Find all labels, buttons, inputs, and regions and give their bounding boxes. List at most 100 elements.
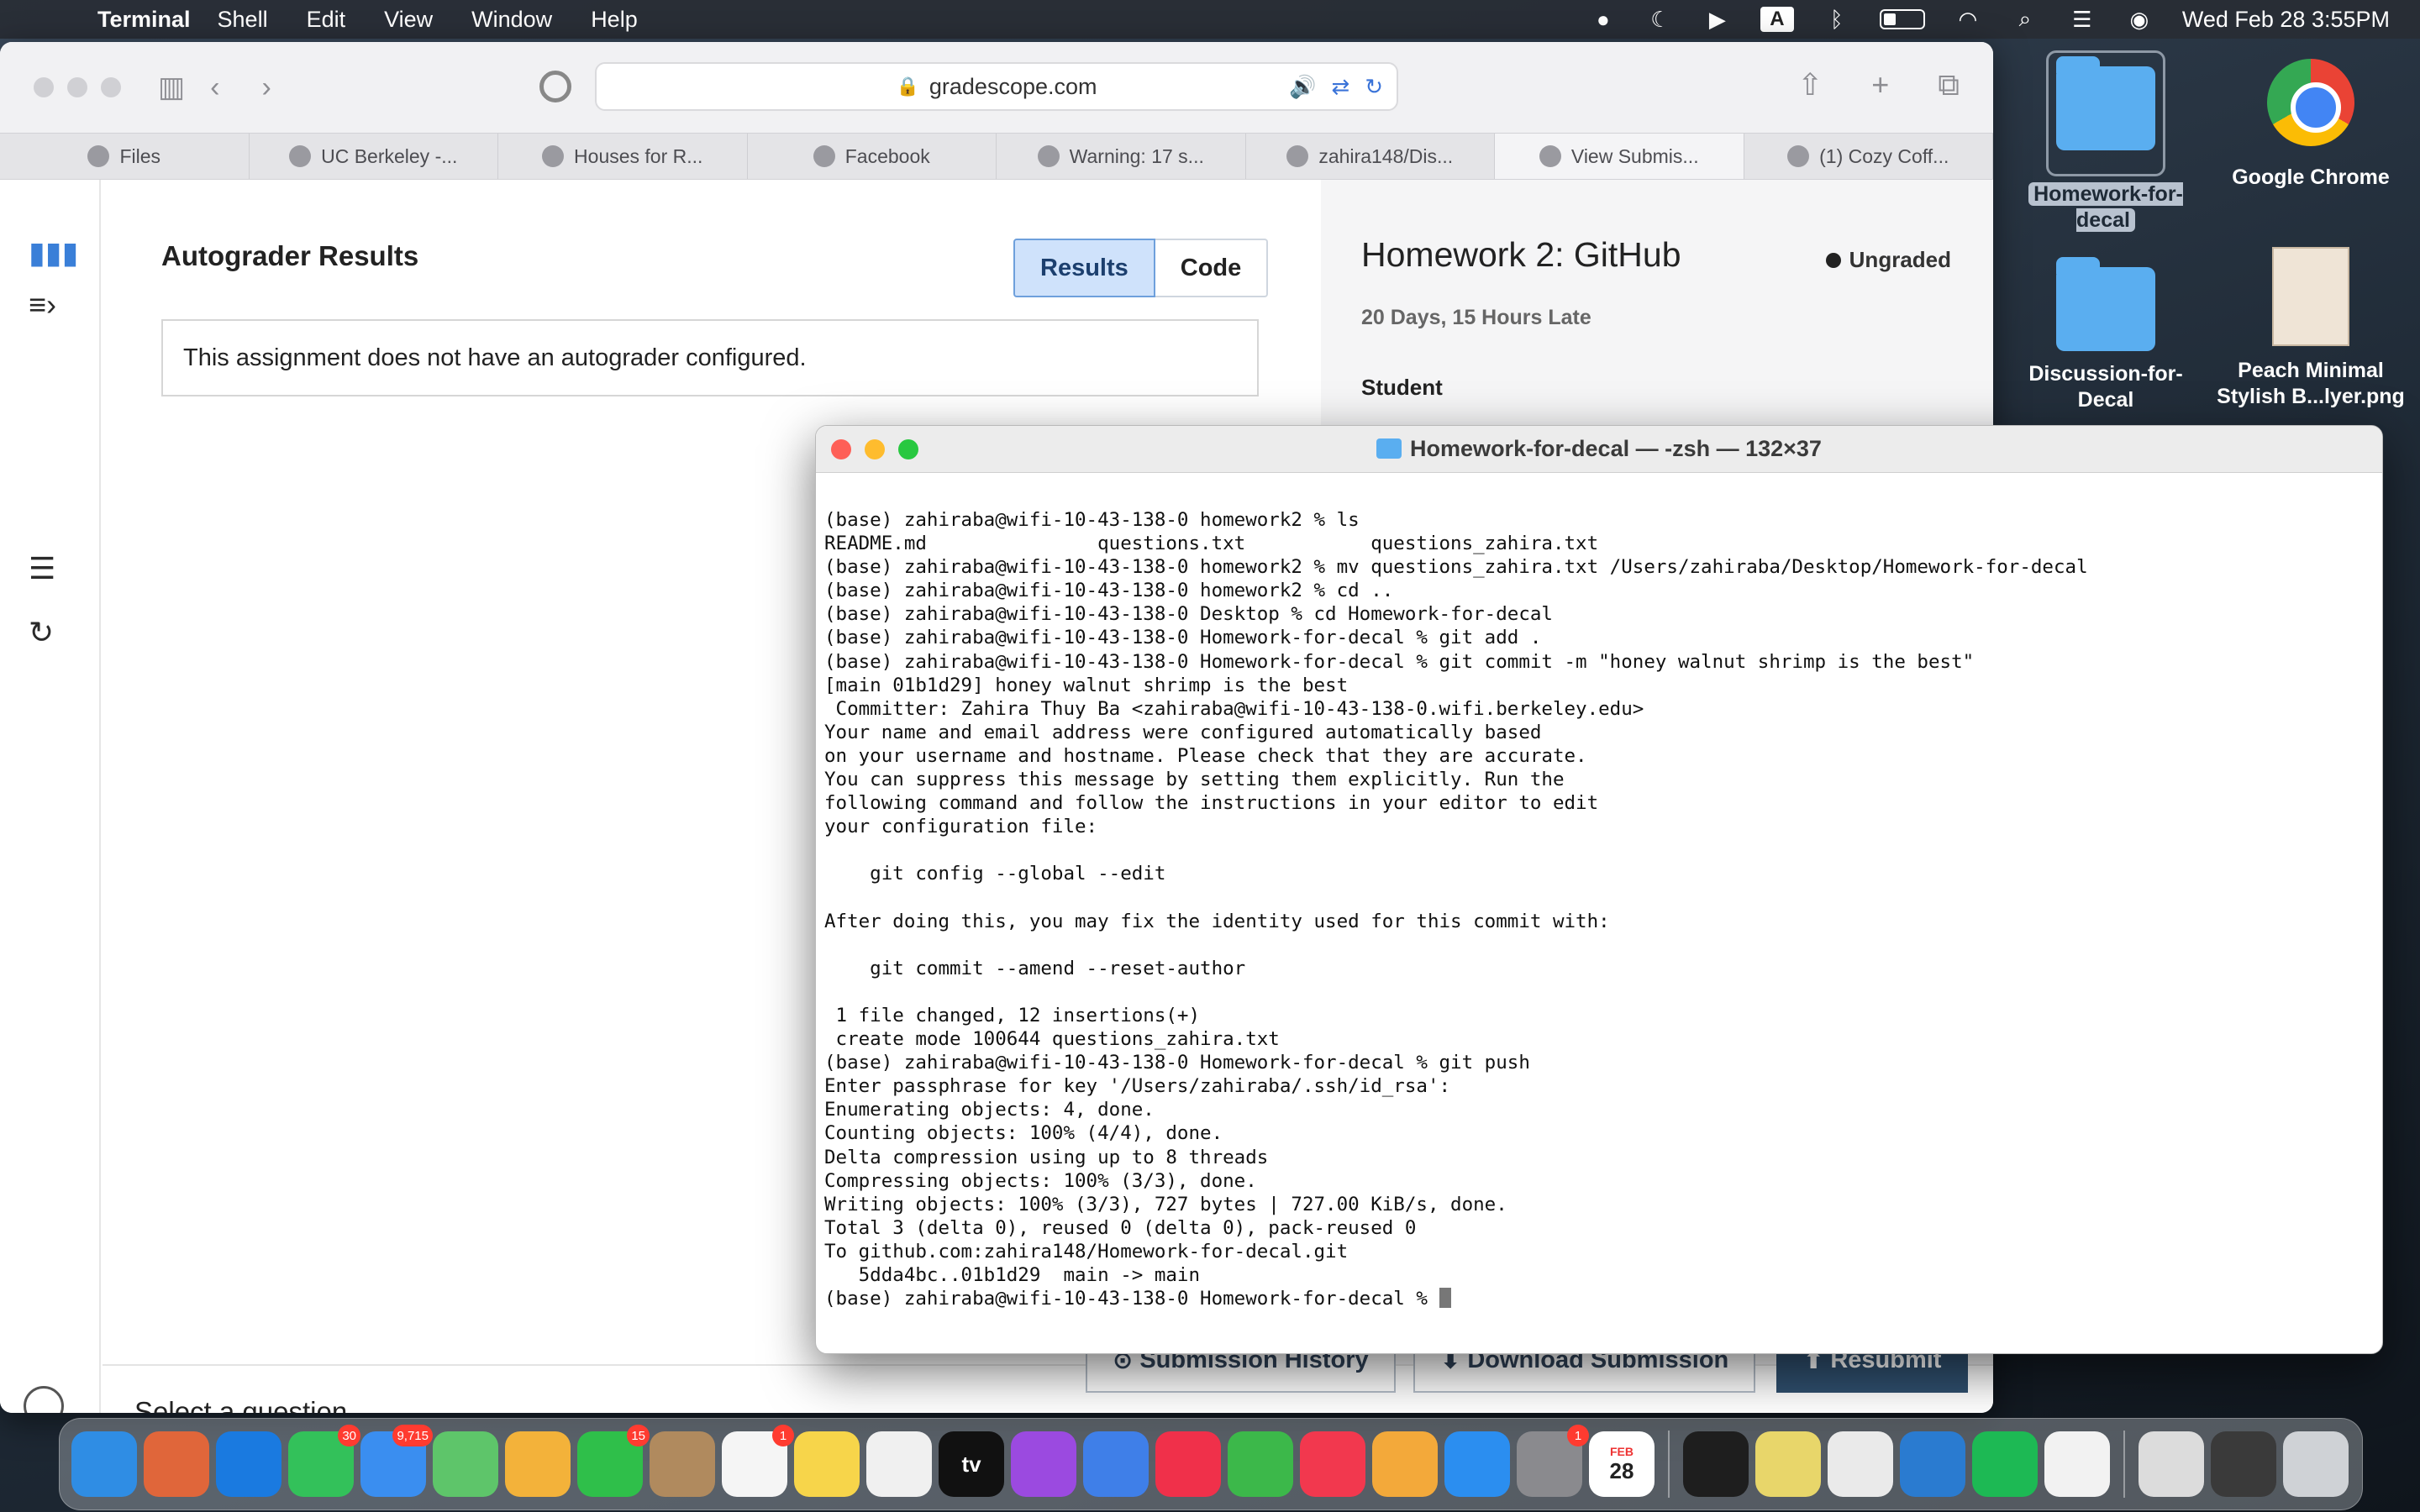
minimize-window-button[interactable]: [67, 77, 87, 97]
menu-edit[interactable]: Edit: [307, 7, 346, 33]
tab-overview-icon[interactable]: ⧉: [1938, 67, 1960, 103]
address-bar[interactable]: 🔒 gradescope.com 🔊 ⇄ ↻: [595, 62, 1398, 111]
translate-icon[interactable]: ⇄: [1331, 74, 1349, 100]
terminal-prompt-line[interactable]: (base) zahiraba@wifi-10-43-138-0 Homewor…: [824, 1287, 2374, 1310]
terminal-line: (base) zahiraba@wifi-10-43-138-0 homewor…: [824, 556, 2088, 579]
close-window-button[interactable]: [34, 77, 54, 97]
dock-podcasts-icon[interactable]: [1011, 1431, 1076, 1497]
dock-launchpad-icon[interactable]: [144, 1431, 209, 1497]
control-center-icon[interactable]: ☰: [2068, 7, 2096, 32]
app-menu-terminal[interactable]: Terminal: [97, 7, 191, 33]
tab-files[interactable]: Files: [0, 134, 250, 179]
dock-safari-icon[interactable]: [216, 1431, 281, 1497]
dock-maps-icon[interactable]: [433, 1431, 498, 1497]
dock-finder-icon[interactable]: [71, 1431, 137, 1497]
dock-system-settings-icon[interactable]: 1: [1517, 1425, 1589, 1497]
terminal-line: README.md questions.txt questions_zahira…: [824, 533, 1599, 555]
dock-stickies-icon[interactable]: [1755, 1431, 1821, 1497]
dock-keynote-icon[interactable]: [1083, 1431, 1149, 1497]
menu-window[interactable]: Window: [471, 7, 552, 33]
bluetooth-icon[interactable]: ᛒ: [1823, 7, 1851, 32]
dock-visual-studio-code-icon[interactable]: [1900, 1431, 1965, 1497]
refresh-icon[interactable]: ↻: [29, 615, 54, 650]
dock-tv-icon[interactable]: tv: [939, 1431, 1004, 1497]
zoom-window-button[interactable]: [101, 77, 121, 97]
sidebar-toggle-icon[interactable]: ▥: [158, 71, 185, 104]
status-area: ● ☾ ▶ A ᛒ ◠ ⌕ ☰ ◉ Wed Feb 28 3:55PM: [1589, 0, 2390, 39]
grammarly-extension-icon[interactable]: [539, 71, 571, 102]
dock-app-store-icon[interactable]: [1444, 1431, 1510, 1497]
terminal-line: Total 3 (delta 0), reused 0 (delta 0), p…: [824, 1216, 1417, 1239]
dock-numbers-icon[interactable]: [1228, 1431, 1293, 1497]
tab-label: View Submis...: [1570, 144, 1699, 167]
dock-terminal-icon[interactable]: [1683, 1431, 1749, 1497]
input-source-icon[interactable]: A: [1760, 7, 1794, 32]
select-question-text: Select a question.: [134, 1396, 355, 1413]
terminal-line: git commit --amend --reset-author: [824, 957, 1246, 979]
dock-trash-icon[interactable]: [2283, 1431, 2349, 1497]
terminal-line: After doing this, you may fix the identi…: [824, 910, 1610, 932]
battery-icon[interactable]: [1879, 9, 1925, 29]
tab-uc-berkeley[interactable]: UC Berkeley -...: [250, 134, 498, 179]
terminal-line: on your username and hostname. Please ch…: [824, 744, 1587, 767]
reload-icon[interactable]: ↻: [1365, 74, 1383, 100]
dock-contacts-icon[interactable]: [650, 1431, 715, 1497]
dock-spotify-icon[interactable]: [1972, 1431, 2038, 1497]
dock-news-icon[interactable]: [1155, 1431, 1221, 1497]
desktop-folder-homework-for-decal[interactable]: Homework-for-decal: [2005, 50, 2207, 234]
dock-pages-icon[interactable]: [1372, 1431, 1438, 1497]
forward-icon[interactable]: ›: [261, 71, 271, 104]
gradescope-logo-icon[interactable]: ▮▮▮: [29, 235, 78, 270]
dock-separator: [1668, 1431, 1670, 1498]
desktop-file-flyer-png[interactable]: Peach Minimal Stylish B...lyer.png: [2210, 247, 2412, 410]
results-tab-button[interactable]: Results: [1013, 239, 1155, 297]
tab-label: (1) Cozy Coff...: [1819, 144, 1949, 167]
tab-facebook[interactable]: Facebook: [748, 134, 997, 179]
code-tab-button[interactable]: Code: [1155, 239, 1269, 297]
tab-favicon-icon: [1037, 145, 1060, 167]
menu-help[interactable]: Help: [591, 7, 638, 33]
terminal-line: Compressing objects: 100% (3/3), done.: [824, 1169, 1257, 1192]
dock-notes-icon[interactable]: [794, 1431, 860, 1497]
new-tab-icon[interactable]: +: [1871, 67, 1889, 103]
share-icon[interactable]: ⇧: [1797, 67, 1823, 103]
desktop-app-google-chrome[interactable]: Google Chrome: [2210, 59, 2412, 191]
play-icon[interactable]: ▶: [1703, 7, 1732, 32]
menubar-clock[interactable]: Wed Feb 28 3:55PM: [2182, 7, 2390, 33]
dock-calendar-icon[interactable]: FEB 28: [1589, 1431, 1655, 1497]
speaker-icon[interactable]: 🔊: [1289, 74, 1316, 100]
wifi-icon[interactable]: ◠: [1954, 7, 1982, 32]
tab-favicon-icon: [813, 145, 835, 167]
siri-icon[interactable]: ◉: [2125, 7, 2154, 32]
tab-warning[interactable]: Warning: 17 s...: [997, 134, 1246, 179]
tab-favicon-icon: [1286, 145, 1309, 167]
menu-view[interactable]: View: [384, 7, 433, 33]
dock-freeform-icon[interactable]: [866, 1431, 932, 1497]
dock-documents-icon[interactable]: [2139, 1431, 2204, 1497]
terminal-output[interactable]: (base) zahiraba@wifi-10-43-138-0 homewor…: [824, 508, 2374, 1310]
menu-shell[interactable]: Shell: [218, 7, 268, 33]
tab-houses[interactable]: Houses for R...: [498, 134, 748, 179]
dock-reminders-icon[interactable]: 1: [722, 1425, 794, 1497]
tab-github[interactable]: zahira148/Dis...: [1246, 134, 1495, 179]
focus-moon-icon[interactable]: ☾: [1646, 7, 1675, 32]
outline-list-icon[interactable]: ☰: [29, 551, 55, 586]
grammarly-icon[interactable]: ●: [1589, 7, 1618, 32]
tab-favicon-icon: [87, 145, 110, 167]
dock-photos-icon[interactable]: [505, 1431, 571, 1497]
terminal-titlebar: Homework-for-decal — -zsh — 132×37: [816, 426, 2382, 473]
menu-expand-icon[interactable]: ≡›: [29, 287, 56, 323]
dock-screenshots-icon[interactable]: [2211, 1431, 2276, 1497]
dock-facetime-icon[interactable]: 15: [577, 1425, 650, 1497]
dock-messages-icon[interactable]: 30: [288, 1425, 360, 1497]
tab-view-submission[interactable]: View Submis...: [1495, 134, 1744, 179]
dock-textedit-icon[interactable]: [2044, 1431, 2110, 1497]
spotlight-search-icon[interactable]: ⌕: [2011, 6, 2039, 32]
desktop-folder-discussion-for-decal[interactable]: Discussion-for-Decal: [2005, 257, 2207, 413]
tab-cozy-coffee[interactable]: (1) Cozy Coff...: [1744, 134, 1993, 179]
back-icon[interactable]: ‹: [210, 71, 219, 104]
dock-google-chrome-icon[interactable]: [1828, 1431, 1893, 1497]
dock-music-icon[interactable]: [1300, 1431, 1365, 1497]
dock-mail-icon[interactable]: 9,715: [360, 1425, 433, 1497]
